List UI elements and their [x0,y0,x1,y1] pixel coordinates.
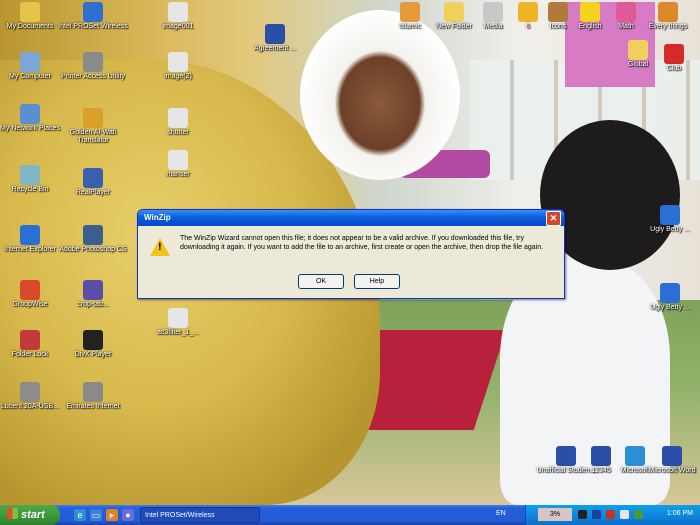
taskbar: start e ▭ ▸ ● Intel PROSet/Wireless EN 3… [0,505,700,525]
desktop-icon-label: Ugly Betty ... [650,226,690,233]
usb-icon [20,382,40,402]
tray-icon-monitor[interactable] [578,510,587,519]
tray-icon-network[interactable] [634,510,643,519]
groupwise-icon [20,280,40,300]
ok-button[interactable]: OK [298,274,344,289]
desktop-icon-label: Agreement ... [253,45,297,52]
desktop-icon[interactable]: Agreement ... [237,24,313,53]
computer-icon [20,52,40,72]
printer-icon [83,52,103,72]
media-file-icon [660,205,680,225]
desktop-icon[interactable]: Ugly Betty ... [632,283,700,312]
desktop-icon-label: Adobe Photoshop CS [59,246,127,253]
help-button[interactable]: Help [354,274,400,289]
start-label: start [21,509,45,521]
recycle-bin-icon [20,165,40,185]
desktop-icon-label: Golden Al-Wafi Translator [69,129,117,144]
dialog-titlebar[interactable]: WinZip ✕ [138,210,564,226]
image-file-icon [168,52,188,72]
desktop-icon-label: Every things [648,23,688,30]
desktop-icon[interactable]: ac3filter_1_... [140,308,216,337]
desktop-icon-label: manser [166,171,190,178]
battery-percent[interactable]: 3% [538,508,572,521]
show-desktop-icon[interactable]: ▭ [90,509,102,521]
realplayer-icon [83,168,103,188]
emirates-internet-icon [83,382,103,402]
desktop-icon[interactable]: Club [636,44,700,73]
folder-lock-icon [20,330,40,350]
desktop-icon-label: ac3filter_1_... [156,329,200,336]
desktop-icon[interactable]: RealPlayer [55,168,131,197]
desktop-icon-label: shutter [167,129,189,136]
desktop-icon[interactable]: crop-tab... [55,280,131,309]
desktop-icon[interactable]: Emirates Internet [55,382,131,411]
desktop-icon-label: Emirates Internet [66,403,120,410]
desktop-icon[interactable]: Golden Al-Wafi Translator [55,108,131,145]
desktop-icon-label: image(2) [164,73,192,80]
image-file-icon [168,108,188,128]
folder-documents-icon [20,2,40,22]
divx-icon [83,330,103,350]
desktop-icon[interactable]: Every things [630,2,700,31]
start-button[interactable]: start [0,505,60,525]
media-file-icon [660,283,680,303]
desktop-icon-label: RealPlayer [75,189,111,196]
winzip-dialog: WinZip ✕ ! The WinZip Wizard cannot open… [137,209,565,299]
desktop-icon[interactable]: Adobe Photoshop CS [55,225,131,254]
desktop-icon[interactable]: Printer Access Utility [55,52,131,81]
dialog-title: WinZip [144,213,171,222]
desktop-icon-label: crop-tab... [77,301,109,308]
task-label: Intel PROSet/Wireless [145,512,215,519]
dialog-message: The WinZip Wizard cannot open this file;… [180,235,544,251]
warning-icon: ! [150,238,170,256]
clock[interactable]: 1:06 PM [667,510,693,517]
desktop-icon[interactable]: manser [140,150,216,179]
desktop-icon-label: Ugly Betty ... [650,304,690,311]
car-icon [664,44,684,64]
installer-icon [168,308,188,328]
tray-icon-wireless[interactable] [592,510,601,519]
system-tray: EN 3% 1:06 PM [496,505,700,525]
word-icon [662,446,682,466]
desktop-icon-label: image001 [162,23,194,30]
translator-icon [83,108,103,128]
desktop-icon-label: Club [666,65,682,72]
desktop-icon[interactable]: DivX Player [55,330,131,359]
burger-icon [658,2,678,22]
desktop-icon[interactable]: Ugly Betty ... [632,205,700,234]
word-document-icon [265,24,285,44]
desktop-icon[interactable]: Intel PROSet Wireless [55,2,131,31]
media-quicklaunch-icon[interactable]: ▸ [106,509,118,521]
wireless-icon [83,2,103,22]
network-icon [20,104,40,124]
desktop-icon-label: Printer Access Utility [61,73,125,80]
photoshop-icon [83,225,103,245]
internet-explorer-icon [20,225,40,245]
desktop-icon-label: Intel PROSet Wireless [58,23,128,30]
desktop-icon-label: DivX Player [74,351,112,358]
desktop-icon[interactable]: image001 [140,2,216,31]
messenger-quicklaunch-icon[interactable]: ● [122,509,134,521]
image-file-icon [168,150,188,170]
tray-icon-volume[interactable] [620,510,629,519]
desktop-icon[interactable]: image(2) [140,52,216,81]
tray-icon-security[interactable] [606,510,615,519]
language-indicator[interactable]: EN [496,510,506,517]
ie-quicklaunch-icon[interactable]: e [74,509,86,521]
wallpaper-head [300,10,460,180]
windows-logo-icon [7,508,18,519]
desktop-icon[interactable]: Microsoft Word [634,446,700,475]
crop-icon [83,280,103,300]
close-icon[interactable]: ✕ [546,211,561,226]
taskbar-task-intel-proset[interactable]: Intel PROSet/Wireless [140,507,260,523]
desktop-icon-label: Microsoft Word [648,467,696,474]
image-file-icon [168,2,188,22]
desktop-icon[interactable]: shutter [140,108,216,137]
